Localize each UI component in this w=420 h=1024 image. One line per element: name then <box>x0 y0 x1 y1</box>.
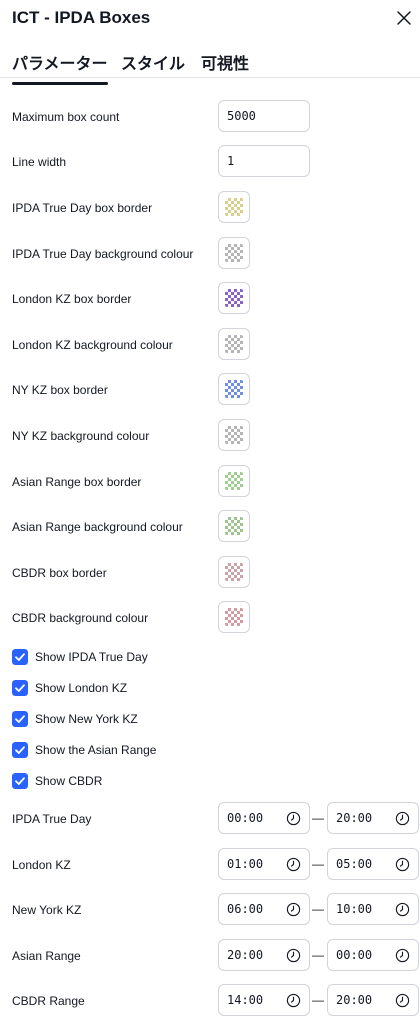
clock-icon <box>286 811 301 826</box>
checkbox-label: Show CBDR <box>35 774 103 788</box>
checker-fill <box>225 563 243 581</box>
range-separator: — <box>312 948 324 962</box>
max-box-count-label: Maximum box count <box>12 110 120 124</box>
range-separator: — <box>312 993 324 1007</box>
checker-fill <box>225 517 243 535</box>
session-start-input[interactable]: 20:00 <box>218 939 310 971</box>
clock-icon <box>395 902 410 917</box>
session-label: Asian Range <box>12 949 81 963</box>
color-swatch[interactable] <box>218 510 250 542</box>
session-end-input[interactable]: 00:00 <box>327 939 419 971</box>
color-swatch[interactable] <box>218 328 250 360</box>
session-label: IPDA True Day <box>12 812 92 826</box>
color-row-label: CBDR background colour <box>12 611 149 625</box>
color-row-label: NY KZ box border <box>12 383 108 397</box>
time-value: 14:00 <box>227 993 264 1007</box>
session-label: London KZ <box>12 858 71 872</box>
time-value: 01:00 <box>227 857 264 871</box>
time-value: 20:00 <box>227 948 264 962</box>
range-separator: — <box>312 857 324 871</box>
checkbox-label: Show the Asian Range <box>35 743 157 757</box>
tab-style[interactable]: スタイル <box>121 50 185 74</box>
session-start-input[interactable]: 06:00 <box>218 893 310 925</box>
checker-fill <box>225 608 243 626</box>
color-swatch[interactable] <box>218 465 250 497</box>
color-swatch[interactable] <box>218 419 250 451</box>
color-row-label: London KZ background colour <box>12 338 173 352</box>
checkbox-checked-icon[interactable] <box>12 742 28 758</box>
max-box-count-input[interactable]: 5000 <box>218 100 310 132</box>
time-value: 06:00 <box>227 902 264 916</box>
session-label: CBDR Range <box>12 994 85 1008</box>
session-end-input[interactable]: 20:00 <box>327 984 419 1016</box>
checker-fill <box>225 289 243 307</box>
clock-icon <box>395 993 410 1008</box>
time-value: 10:00 <box>336 902 373 916</box>
color-swatch[interactable] <box>218 282 250 314</box>
checker-fill <box>225 244 243 262</box>
tab-parameters[interactable]: パラメーター <box>12 50 108 85</box>
clock-icon <box>286 993 301 1008</box>
dialog-title: ICT - IPDA Boxes <box>12 8 151 27</box>
color-swatch[interactable] <box>218 237 250 269</box>
range-separator: — <box>312 902 324 916</box>
tab-bar: パラメーター スタイル 可視性 <box>0 46 420 85</box>
checkbox-checked-icon[interactable] <box>12 773 28 789</box>
checkbox-label: Show London KZ <box>35 681 128 695</box>
checkbox-checked-icon[interactable] <box>12 711 28 727</box>
checkbox-label: Show IPDA True Day <box>35 650 148 664</box>
clock-icon <box>286 902 301 917</box>
color-row-label: Asian Range background colour <box>12 520 183 534</box>
color-row-label: London KZ box border <box>12 292 132 306</box>
session-end-input[interactable]: 20:00 <box>327 802 419 834</box>
session-start-input[interactable]: 14:00 <box>218 984 310 1016</box>
checkbox-checked-icon[interactable] <box>12 680 28 696</box>
tab-visibility[interactable]: 可視性 <box>201 50 249 74</box>
line-width-input[interactable]: 1 <box>218 145 310 177</box>
color-swatch[interactable] <box>218 601 250 633</box>
clock-icon <box>395 857 410 872</box>
session-start-input[interactable]: 00:00 <box>218 802 310 834</box>
checker-fill <box>225 198 243 216</box>
range-separator: — <box>312 811 324 825</box>
close-icon[interactable] <box>394 8 414 28</box>
checkbox-label: Show New York KZ <box>35 712 138 726</box>
clock-icon <box>286 948 301 963</box>
checker-fill <box>225 426 243 444</box>
color-row-label: CBDR box border <box>12 566 107 580</box>
session-end-input[interactable]: 10:00 <box>327 893 419 925</box>
clock-icon <box>395 948 410 963</box>
checker-fill <box>225 335 243 353</box>
checkbox-checked-icon[interactable] <box>12 649 28 665</box>
color-row-label: IPDA True Day background colour <box>12 247 194 261</box>
time-value: 20:00 <box>336 811 373 825</box>
time-value: 05:00 <box>336 857 373 871</box>
checker-fill <box>225 472 243 490</box>
clock-icon <box>286 857 301 872</box>
clock-icon <box>395 811 410 826</box>
session-end-input[interactable]: 05:00 <box>327 848 419 880</box>
color-row-label: IPDA True Day box border <box>12 201 153 215</box>
line-width-label: Line width <box>12 155 67 169</box>
color-swatch[interactable] <box>218 191 250 223</box>
checker-fill <box>225 380 243 398</box>
session-label: New York KZ <box>12 903 82 917</box>
session-start-input[interactable]: 01:00 <box>218 848 310 880</box>
color-swatch[interactable] <box>218 556 250 588</box>
color-row-label: NY KZ background colour <box>12 429 150 443</box>
time-value: 20:00 <box>336 993 373 1007</box>
color-row-label: Asian Range box border <box>12 475 142 489</box>
time-value: 00:00 <box>336 948 373 962</box>
color-swatch[interactable] <box>218 373 250 405</box>
time-value: 00:00 <box>227 811 264 825</box>
dialog-header: ICT - IPDA Boxes <box>0 0 420 40</box>
